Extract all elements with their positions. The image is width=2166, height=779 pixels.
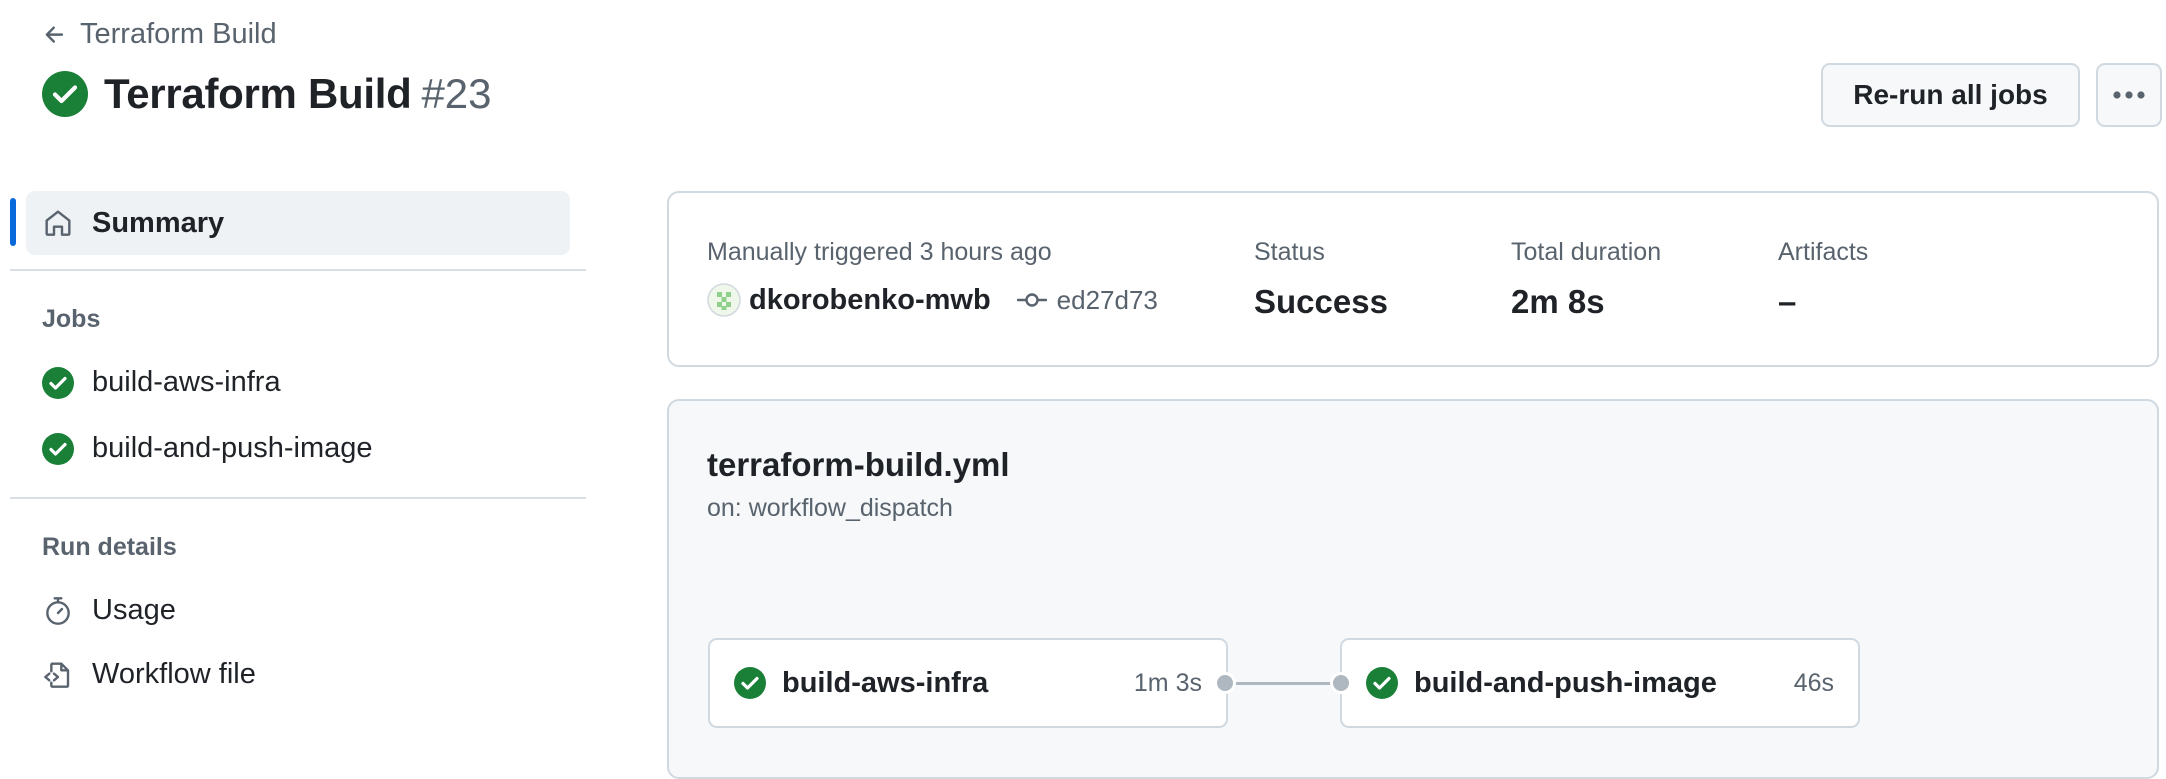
artifacts-label: Artifacts [1778,238,1869,266]
trigger-text: Manually triggered 3 hours ago [707,238,1052,266]
duration-value: 2m 8s [1511,283,1605,320]
commit-sha: ed27d73 [1056,284,1158,315]
more-options-button[interactable] [2096,63,2162,127]
status-value: Success [1254,283,1388,320]
connector-dot [1330,672,1352,694]
success-check-icon [42,432,74,465]
duration-label: Total duration [1511,238,1662,266]
workflow-title: Terraform Build [104,70,412,117]
run-number: #23 [421,70,492,117]
active-indicator [10,198,16,246]
kebab-horizontal-icon [2112,90,2146,100]
file-code-icon [42,659,74,691]
actor-name[interactable]: dkorobenko-mwb [749,284,991,317]
sidebar-item-label: Summary [92,206,225,239]
job-duration: 1m 3s [1133,668,1202,697]
workflow-file-name: terraform-build.yml [707,446,1010,483]
graph-job-build-and-push-image[interactable]: build-and-push-image 46s [1340,638,1860,728]
sidebar-item-workflow-file[interactable]: Workflow file [42,658,256,691]
job-name: build-and-push-image [1414,666,1717,699]
job-connector-line [1225,682,1341,685]
success-check-icon [42,71,88,117]
workflow-trigger: on: workflow_dispatch [707,494,953,522]
sidebar-divider [10,269,586,271]
sidebar-job-build-aws-infra[interactable]: build-aws-infra [42,366,281,399]
sidebar-job-label: build-and-push-image [92,432,373,464]
run-summary-card [667,191,2159,367]
actor-row: dkorobenko-mwb ed27d73 [707,283,1158,317]
git-commit-icon [1016,290,1047,310]
page-title: Terraform Build #23 [42,70,492,118]
artifacts-value: – [1778,283,1797,320]
job-name: build-aws-infra [782,666,989,699]
home-icon [42,207,74,239]
job-duration: 46s [1793,668,1834,697]
graph-job-build-aws-infra[interactable]: build-aws-infra 1m 3s [708,638,1228,728]
sidebar-item-summary[interactable]: Summary [26,191,570,255]
avatar [707,283,741,317]
jobs-heading: Jobs [42,305,101,333]
sidebar-job-build-and-push-image[interactable]: build-and-push-image [42,432,373,465]
rerun-all-jobs-button[interactable]: Re-run all jobs [1821,63,2080,127]
sidebar-job-label: build-aws-infra [92,366,281,398]
back-link[interactable]: Terraform Build [42,18,277,51]
sidebar-divider [10,497,586,499]
success-check-icon [42,366,74,399]
connector-dot [1214,672,1236,694]
status-label: Status [1254,238,1325,266]
run-details-heading: Run details [42,533,177,561]
back-link-label: Terraform Build [80,18,277,50]
sidebar-item-label: Workflow file [92,658,256,690]
arrow-left-icon [42,22,68,48]
sidebar-item-usage[interactable]: Usage [42,594,176,627]
sidebar-item-label: Usage [92,594,176,626]
success-check-icon [734,667,766,699]
stopwatch-icon [42,595,74,627]
success-check-icon [1366,667,1398,699]
commit-link[interactable]: ed27d73 [1016,284,1158,316]
